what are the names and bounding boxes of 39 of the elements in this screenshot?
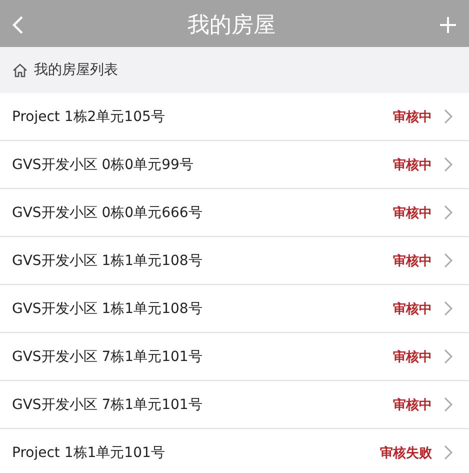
house-address: Project 1栋2单元105号	[12, 108, 166, 126]
house-list-item[interactable]: GVS开发小区 0栋0单元666号 审核中	[0, 189, 469, 237]
house-list-item[interactable]: GVS开发小区 1栋1单元108号 审核中	[0, 285, 469, 333]
house-list-item[interactable]: Project 1栋2单元105号 审核中	[0, 93, 469, 141]
chevron-right-icon	[444, 253, 453, 268]
add-button[interactable]	[439, 16, 457, 34]
house-list-item[interactable]: GVS开发小区 7栋1单元101号 审核中	[0, 333, 469, 381]
house-list-item[interactable]: Project 1栋1单元101号 审核失败	[0, 429, 469, 473]
chevron-right-icon	[444, 157, 453, 172]
house-list-item[interactable]: GVS开发小区 7栋1单元101号 审核中	[0, 381, 469, 429]
house-list-item[interactable]: GVS开发小区 1栋1单元108号 审核中	[0, 237, 469, 285]
house-address: GVS开发小区 7栋1单元101号	[12, 396, 204, 414]
chevron-right-icon	[444, 397, 453, 412]
review-status: 审核中	[393, 348, 432, 366]
house-address: Project 1栋1单元101号	[12, 444, 166, 462]
house-address: GVS开发小区 0栋0单元666号	[12, 204, 204, 222]
chevron-right-icon	[444, 301, 453, 316]
chevron-right-icon	[444, 445, 453, 460]
house-address: GVS开发小区 0栋0单元99号	[12, 156, 194, 174]
chevron-right-icon	[444, 349, 453, 364]
home-icon	[12, 62, 28, 78]
house-address: GVS开发小区 1栋1单元108号	[12, 300, 204, 318]
back-button[interactable]	[12, 15, 24, 35]
back-icon	[12, 15, 24, 35]
chevron-right-icon	[444, 205, 453, 220]
breadcrumb-label: 我的房屋列表	[34, 61, 118, 79]
review-status: 审核中	[393, 396, 432, 414]
review-status: 审核中	[393, 156, 432, 174]
page-title: 我的房屋	[188, 12, 276, 40]
review-status: 审核失败	[380, 444, 432, 462]
review-status: 审核中	[393, 300, 432, 318]
plus-icon	[439, 16, 457, 34]
review-status: 审核中	[393, 204, 432, 222]
house-list-item[interactable]: GVS开发小区 0栋0单元99号 审核中	[0, 141, 469, 189]
review-status: 审核中	[393, 252, 432, 270]
review-status: 审核中	[393, 108, 432, 126]
chevron-right-icon	[444, 109, 453, 124]
house-address: GVS开发小区 1栋1单元108号	[12, 252, 204, 270]
house-address: GVS开发小区 7栋1单元101号	[12, 348, 204, 366]
